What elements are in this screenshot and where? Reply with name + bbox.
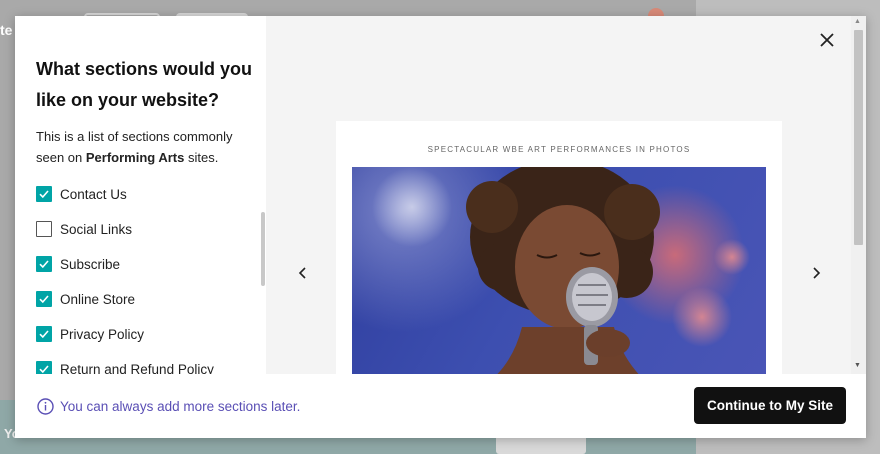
- checkbox-unchecked[interactable]: [36, 221, 52, 237]
- option-social-links[interactable]: Social Links: [36, 219, 132, 239]
- info-message: You can always add more sections later.: [37, 398, 300, 415]
- option-contact-us[interactable]: Contact Us: [36, 184, 127, 204]
- sections-list-panel: What sections would you like on your web…: [15, 16, 266, 374]
- scroll-down-icon[interactable]: ▼: [854, 362, 861, 369]
- option-label: Return and Refund Policy: [60, 361, 214, 375]
- checkbox-checked[interactable]: [36, 361, 52, 374]
- checkmark-icon: [39, 190, 49, 199]
- modal-description: This is a list of sections commonly seen…: [36, 126, 261, 168]
- description-suffix: sites.: [184, 150, 219, 165]
- singer-illustration: [372, 167, 750, 374]
- scroll-up-icon[interactable]: ▲: [854, 18, 861, 25]
- info-text: You can always add more sections later.: [60, 399, 301, 414]
- close-icon[interactable]: [815, 28, 839, 52]
- option-label: Online Store: [60, 291, 136, 307]
- list-scrollbar[interactable]: [261, 212, 265, 286]
- option-label: Contact Us: [60, 186, 127, 202]
- site-category: Performing Arts: [85, 150, 185, 165]
- checkmark-icon: [39, 365, 49, 374]
- info-icon: [37, 398, 54, 415]
- checkmark-icon: [39, 295, 49, 304]
- background-text-fragment: te: [0, 22, 13, 38]
- option-label: Privacy Policy: [60, 326, 145, 342]
- option-label: Social Links: [60, 221, 133, 237]
- checkmark-icon: [39, 330, 49, 339]
- chevron-left-icon[interactable]: [291, 261, 315, 285]
- continue-button[interactable]: Continue to My Site: [694, 387, 846, 424]
- option-privacy-policy[interactable]: Privacy Policy: [36, 324, 144, 344]
- checkbox-checked[interactable]: [36, 256, 52, 272]
- preview-scrollbar-thumb[interactable]: [854, 30, 863, 245]
- option-online-store[interactable]: Online Store: [36, 289, 135, 309]
- modal-footer: You can always add more sections later. …: [15, 374, 866, 438]
- sections-modal: What sections would you like on your web…: [15, 16, 866, 438]
- section-preview-card: SPECTACULAR WBE ART PERFORMANCES IN PHOT…: [336, 121, 782, 374]
- preview-title: SPECTACULAR WBE ART PERFORMANCES IN PHOT…: [427, 145, 691, 154]
- checkbox-checked[interactable]: [36, 326, 52, 342]
- checkbox-checked[interactable]: [36, 186, 52, 202]
- modal-heading: What sections would you like on your web…: [36, 59, 253, 110]
- option-subscribe[interactable]: Subscribe: [36, 254, 120, 274]
- option-label: Subscribe: [60, 256, 121, 272]
- option-return-refund-policy[interactable]: Return and Refund Policy: [36, 359, 214, 374]
- chevron-right-icon[interactable]: [804, 261, 828, 285]
- checkmark-icon: [39, 260, 49, 269]
- singer-photo: [352, 167, 766, 374]
- checkbox-checked[interactable]: [36, 291, 52, 307]
